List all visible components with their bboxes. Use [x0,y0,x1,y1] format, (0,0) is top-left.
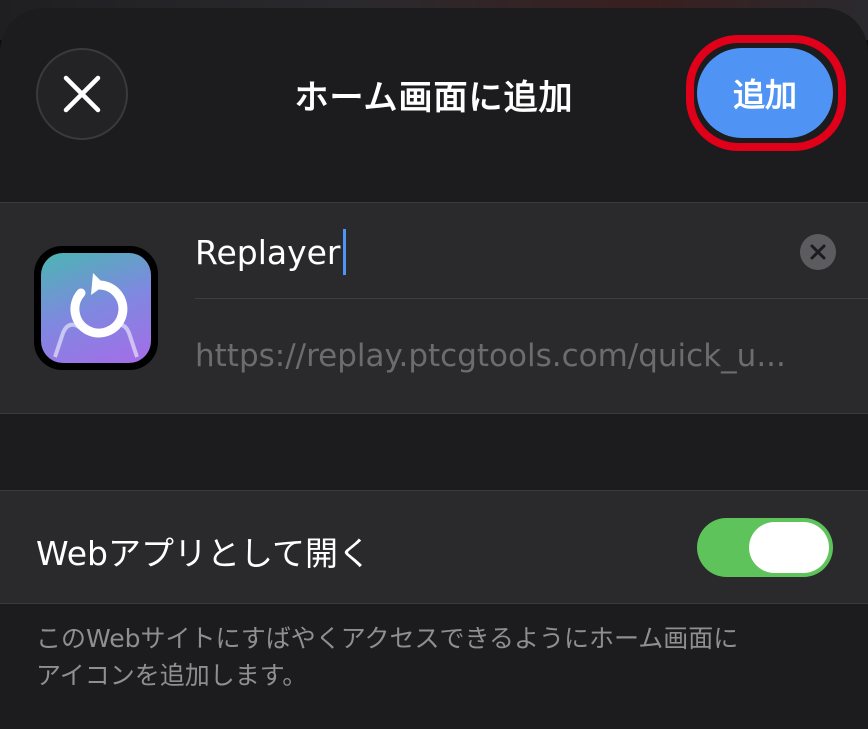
add-to-home-sheet: ホーム画面に追加 追加 Replayer https://replay.ptcg… [0,8,868,729]
site-url: https://replay.ptcgtools.com/quick_u... [195,338,786,374]
footer-description: このWebサイトにすばやくアクセスできるようにホーム画面に アイコンを追加します。 [36,620,836,694]
footer-line-1: このWebサイトにすばやくアクセスできるようにホーム画面に [36,624,739,653]
sheet-title: ホーム画面に追加 [294,78,574,118]
clear-text-button[interactable] [800,234,836,270]
text-caret [342,229,346,275]
add-to-home-screen: ホーム画面に追加 追加 Replayer https://replay.ptcg… [0,0,868,729]
add-button[interactable]: 追加 [697,48,833,138]
clear-icon [810,244,826,260]
field-divider [195,298,868,299]
app-icon [34,246,158,370]
close-icon [63,75,101,113]
web-app-toggle[interactable] [697,518,833,577]
app-name-field[interactable]: Replayer [195,229,346,275]
toggle-knob [749,522,829,573]
footer-line-2: アイコンを追加します。 [36,661,308,690]
app-info-group: Replayer https://replay.ptcgtools.com/qu… [0,202,868,414]
replay-arrow-icon [53,273,139,358]
app-name-value: Replayer [195,232,341,272]
close-button[interactable] [36,48,128,140]
web-app-label: Webアプリとして開く [36,534,371,573]
web-app-setting-row: Webアプリとして開く [0,490,868,604]
